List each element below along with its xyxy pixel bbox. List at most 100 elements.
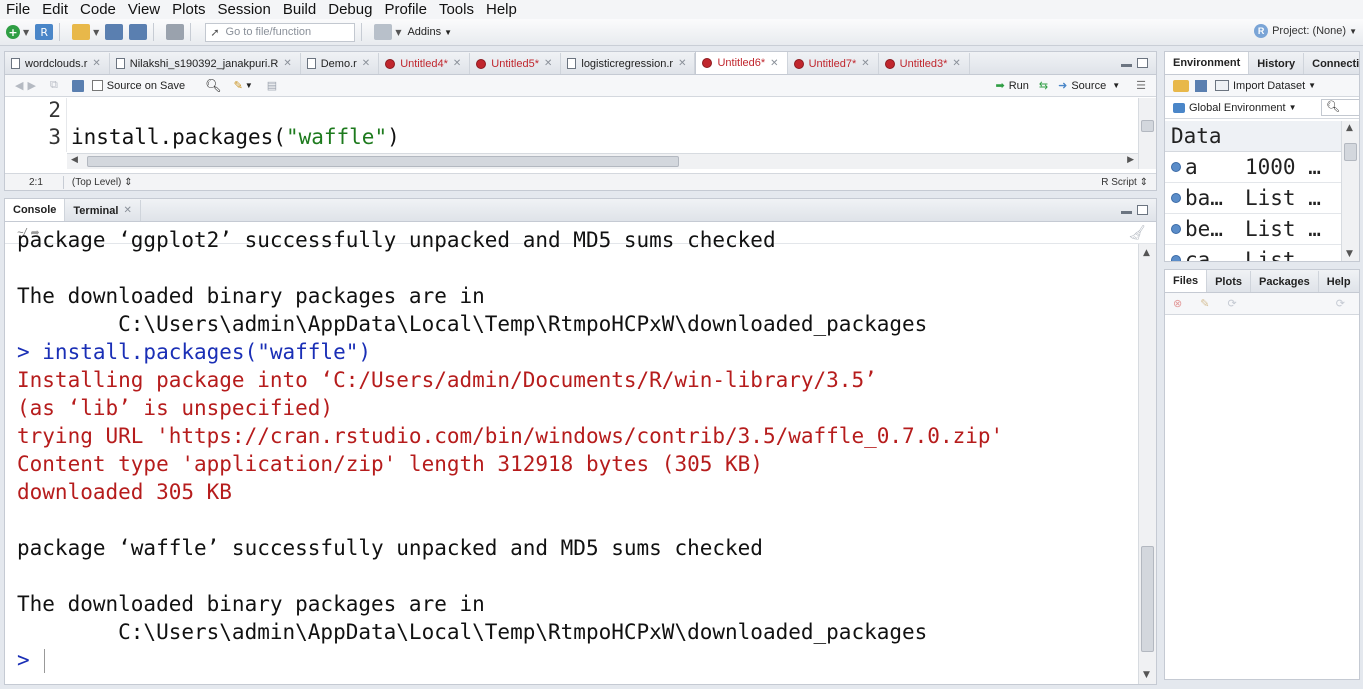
files-tab-packages[interactable]: Packages	[1251, 271, 1319, 292]
menu-plots[interactable]: Plots	[166, 1, 211, 19]
close-icon[interactable]: ✕	[952, 58, 960, 69]
menu-view[interactable]: View	[122, 1, 166, 19]
env-variable-row[interactable]: a 1000 …	[1165, 152, 1341, 183]
expand-icon[interactable]	[1171, 224, 1181, 234]
maximize-icon[interactable]	[1137, 205, 1148, 215]
scroll-thumb[interactable]	[87, 156, 679, 167]
menu-code[interactable]: Code	[74, 1, 122, 19]
close-icon[interactable]: ✕	[92, 58, 100, 69]
compile-report-icon[interactable]: ▤	[267, 79, 277, 92]
clear-plots-icon[interactable]: ⊗	[1173, 297, 1182, 310]
global-environment-dropdown[interactable]: Global Environment ▼	[1173, 102, 1297, 114]
close-icon[interactable]: ✕	[283, 58, 291, 69]
editor-tab[interactable]: wordclouds.r ✕	[5, 53, 110, 74]
code-editor[interactable]: 2 3 4 install.packages("waffle")	[5, 98, 1138, 152]
save-workspace-icon[interactable]	[1195, 79, 1207, 92]
files-tab-plots[interactable]: Plots	[1207, 271, 1251, 292]
chevron-down-icon[interactable]: ▼	[93, 28, 99, 37]
menu-build[interactable]: Build	[277, 1, 322, 19]
editor-tab[interactable]: Untitled5* ✕	[470, 53, 562, 74]
expand-icon[interactable]	[1171, 193, 1181, 203]
editor-tab[interactable]: Untitled4* ✕	[379, 53, 471, 74]
env-search-input[interactable]: 🔍︎	[1321, 99, 1359, 116]
maximize-icon[interactable]	[1137, 58, 1148, 68]
menu-file[interactable]: File	[0, 1, 36, 19]
editor-vertical-scrollbar[interactable]	[1138, 98, 1156, 169]
search-icon[interactable]: 🔍︎	[205, 78, 222, 94]
refresh-icon[interactable]: ⟳	[1227, 297, 1236, 310]
menu-profile[interactable]: Profile	[378, 1, 433, 19]
editor-tab[interactable]: Untitled7* ✕	[788, 53, 879, 74]
grid-layout-icon[interactable]	[374, 24, 393, 40]
source-on-save-checkbox[interactable]	[91, 80, 103, 91]
env-tab-connections[interactable]: Connections	[1304, 53, 1359, 74]
go-to-file-input[interactable]: ➚ Go to file/function	[205, 22, 356, 42]
close-icon[interactable]: ✕	[362, 58, 370, 69]
new-project-icon[interactable]: R	[35, 24, 54, 40]
expand-icon[interactable]	[1171, 162, 1181, 172]
minimize-icon[interactable]	[1121, 211, 1132, 214]
environment-vertical-scrollbar[interactable]: ▲ ▼	[1341, 121, 1359, 261]
console-tab-terminal[interactable]: Terminal ✕	[65, 200, 141, 221]
scroll-thumb[interactable]	[1344, 143, 1357, 161]
close-icon[interactable]: ✕	[453, 58, 461, 69]
expand-icon[interactable]	[1171, 255, 1181, 261]
close-icon[interactable]: ✕	[678, 58, 686, 69]
back-arrow-icon[interactable]: ◀	[15, 79, 23, 92]
print-icon[interactable]	[166, 24, 185, 40]
menu-debug[interactable]: Debug	[322, 1, 378, 19]
scope-dropdown[interactable]: (Top Level) ⇕	[72, 177, 133, 188]
source-button[interactable]: ➜ Source ▼	[1058, 79, 1120, 93]
import-dataset-button[interactable]: Import Dataset ▼	[1215, 80, 1316, 92]
env-tab-environment[interactable]: Environment	[1165, 52, 1250, 74]
chevron-down-icon[interactable]: ▼	[395, 28, 401, 37]
code-tools-wand-icon[interactable]: ✎	[234, 79, 243, 92]
load-workspace-icon[interactable]	[1173, 79, 1189, 92]
save-icon[interactable]	[71, 79, 84, 92]
code-line[interactable]: install.packages("waffle")	[71, 125, 400, 149]
save-icon[interactable]	[105, 24, 124, 40]
editor-tab[interactable]: Demo.r ✕	[301, 53, 380, 74]
editor-tab[interactable]: Untitled3* ✕	[879, 53, 970, 74]
menu-session[interactable]: Session	[212, 1, 277, 19]
editor-horizontal-scrollbar[interactable]: ◀ ▶	[67, 153, 1138, 169]
forward-arrow-icon[interactable]: ▶	[27, 79, 35, 92]
minimize-icon[interactable]	[1121, 64, 1132, 67]
chevron-down-icon[interactable]: ▼	[23, 28, 29, 37]
env-variable-row[interactable]: ba… List …	[1165, 183, 1341, 214]
env-variable-row[interactable]: be… List …	[1165, 214, 1341, 245]
close-icon[interactable]: ✕	[861, 58, 869, 69]
menu-edit[interactable]: Edit	[36, 1, 74, 19]
run-button[interactable]: ➡ Run	[996, 79, 1029, 93]
files-tab-help[interactable]: Help	[1319, 271, 1359, 292]
project-menu[interactable]: R Project: (None) ▼	[1254, 24, 1357, 38]
files-tab-files[interactable]: Files	[1165, 270, 1208, 292]
filetype-dropdown[interactable]: R Script ⇕	[1101, 177, 1148, 188]
save-all-icon[interactable]	[129, 24, 148, 40]
open-folder-icon[interactable]	[72, 24, 91, 40]
editor-tab[interactable]: logisticregression.r ✕	[561, 53, 696, 74]
close-icon[interactable]: ✕	[123, 205, 131, 216]
env-tab-history[interactable]: History	[1249, 53, 1305, 74]
console-output[interactable]: package ‘ggplot2’ successfully unpacked …	[5, 226, 1138, 684]
close-icon[interactable]: ✕	[544, 58, 552, 69]
show-in-window-icon[interactable]: ⧉	[50, 79, 58, 92]
scroll-thumb[interactable]	[1141, 120, 1154, 132]
sync-icon[interactable]: ⟳	[1336, 297, 1345, 310]
broom-icon[interactable]: ✎	[1200, 297, 1209, 310]
scroll-thumb[interactable]	[1141, 546, 1154, 652]
editor-tab[interactable]: Nilakshi_s190392_janakpuri.R ✕	[110, 53, 301, 74]
console-prompt[interactable]: >	[5, 646, 1138, 674]
new-file-icon[interactable]: +	[6, 25, 20, 39]
env-variable-row[interactable]: ca… List …	[1165, 245, 1341, 261]
console-tab-console[interactable]: Console	[5, 199, 66, 221]
editor-tab[interactable]: Untitled6* ✕	[695, 52, 788, 74]
console-vertical-scrollbar[interactable]: ▲ ▼	[1138, 244, 1156, 684]
goto-arrow-icon: ➚	[210, 26, 220, 39]
close-icon[interactable]: ✕	[770, 58, 778, 69]
menu-help[interactable]: Help	[480, 1, 523, 19]
document-outline-icon[interactable]: ☰	[1136, 79, 1146, 92]
rerun-icon[interactable]: ⇆	[1039, 79, 1048, 92]
menu-tools[interactable]: Tools	[433, 1, 480, 19]
addins-menu[interactable]: Addins ▼	[407, 26, 452, 38]
